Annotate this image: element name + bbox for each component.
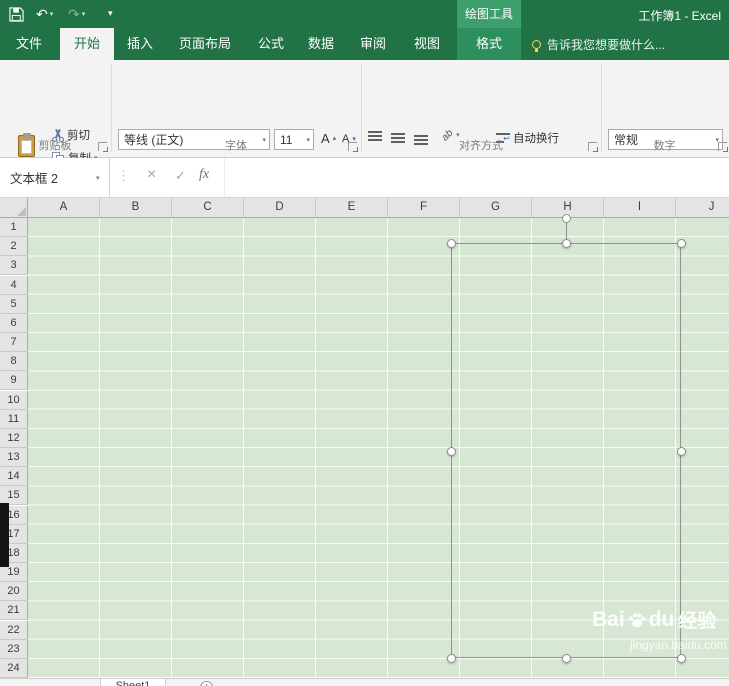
row-header-9[interactable]: 9 [0, 371, 28, 391]
font-dialog-launcher-icon[interactable] [348, 142, 358, 152]
row-header-7[interactable]: 7 [0, 333, 28, 353]
tab-file[interactable]: 文件 [0, 28, 58, 60]
tab-format[interactable]: 格式 [457, 28, 521, 60]
cancel-icon[interactable]: × [147, 166, 156, 184]
row-header-overlay-bar [0, 503, 9, 567]
row-header-4[interactable]: 4 [0, 275, 28, 295]
column-header-D[interactable]: D [244, 198, 316, 218]
selection-handle-bottom-center[interactable] [562, 654, 571, 663]
row-header-1[interactable]: 1 [0, 218, 28, 238]
window-title: 工作簿1 - Excel [638, 9, 721, 23]
save-button[interactable] [9, 3, 24, 25]
row-header-22[interactable]: 22 [0, 620, 28, 640]
textbox-shape[interactable] [447, 214, 686, 663]
row-header-6[interactable]: 6 [0, 313, 28, 333]
sheet-tab[interactable]: Sheet1 [100, 679, 166, 686]
undo-icon: ↶ [36, 5, 48, 22]
baidu-paw-icon [628, 612, 645, 627]
alignment-group-label: 对齐方式 [459, 140, 503, 152]
undo-dropdown-icon[interactable]: ▾ [50, 10, 54, 18]
column-header-A[interactable]: A [28, 198, 100, 218]
save-icon [9, 6, 24, 22]
enter-icon[interactable]: ✓ [175, 168, 186, 184]
selection-handle-top-right[interactable] [677, 239, 686, 248]
rotate-handle[interactable] [562, 214, 571, 223]
column-header-B[interactable]: B [100, 198, 172, 218]
row-header-21[interactable]: 21 [0, 601, 28, 621]
font-group-label: 字体 [225, 140, 247, 152]
row-header-2[interactable]: 2 [0, 237, 28, 257]
contextual-tab-group-label: 绘图工具 [457, 0, 521, 28]
alignment-dialog-launcher-icon[interactable] [588, 142, 598, 152]
tab-review[interactable]: 审阅 [347, 28, 399, 60]
sheet-tab-bar: Sheet1 + [0, 678, 729, 686]
column-header-F[interactable]: F [388, 198, 460, 218]
selection-handle-top-left[interactable] [447, 239, 456, 248]
tab-view[interactable]: 视图 [401, 28, 453, 60]
watermark-brand-cn: 经验 [678, 611, 717, 632]
excel-window: ↶ ▾ ↷ ▾ ▾ 绘图工具 工作簿1 - Excel 文件 开始 插入 页面布… [0, 0, 729, 686]
selection-handle-middle-left[interactable] [447, 446, 456, 456]
watermark-brand-suffix: du [648, 607, 675, 631]
selection-handle-bottom-left[interactable] [447, 654, 456, 663]
watermark-brand-prefix: Bai [592, 607, 625, 631]
tab-data[interactable]: 数据 [297, 28, 345, 60]
lightbulb-icon [532, 39, 541, 52]
name-box[interactable]: 文本框 2 [0, 158, 110, 197]
row-header-20[interactable]: 20 [0, 582, 28, 602]
tab-insert[interactable]: 插入 [117, 28, 163, 60]
watermark: Bai du 经验 jingyan.baidu.com [592, 606, 729, 653]
formula-input[interactable] [224, 158, 729, 197]
name-box-value: 文本框 2 [10, 172, 58, 186]
tab-formulas[interactable]: 公式 [247, 28, 295, 60]
column-header-E[interactable]: E [316, 198, 388, 218]
row-header-11[interactable]: 11 [0, 409, 28, 429]
tell-me-box[interactable]: 告诉我您想要做什么... [532, 28, 665, 60]
column-header-G[interactable]: G [460, 198, 532, 218]
row-header-23[interactable]: 23 [0, 639, 28, 659]
customize-quick-access-icon[interactable]: ▾ [108, 8, 113, 19]
tab-page-layout[interactable]: 页面布局 [165, 28, 245, 60]
row-header-24[interactable]: 24 [0, 658, 28, 678]
title-bar: ↶ ▾ ↷ ▾ ▾ 绘图工具 工作簿1 - Excel [0, 0, 729, 28]
row-header-8[interactable]: 8 [0, 352, 28, 372]
ribbon-tab-row: 文件 开始 插入 页面布局 公式 数据 审阅 视图 格式 告诉我您想要做什么..… [0, 28, 729, 60]
number-dialog-launcher-icon[interactable] [718, 142, 728, 152]
column-header-I[interactable]: I [604, 198, 676, 218]
redo-dropdown-icon[interactable]: ▾ [82, 10, 86, 18]
tell-me-label: 告诉我您想要做什么... [547, 37, 666, 52]
watermark-brand: Bai du 经验 [592, 606, 729, 633]
row-header-13[interactable]: 13 [0, 448, 28, 468]
row-header-14[interactable]: 14 [0, 467, 28, 487]
redo-button[interactable]: ↷ ▾ [68, 3, 85, 25]
selection-handle-top-center[interactable] [562, 239, 571, 248]
formula-bar-grip-icon[interactable]: ⋮ [117, 168, 130, 184]
column-header-J[interactable]: J [676, 198, 729, 218]
redo-icon: ↷ [68, 5, 80, 22]
selection-handle-bottom-right[interactable] [677, 654, 686, 663]
row-header-3[interactable]: 3 [0, 256, 28, 276]
number-group-label: 数字 [653, 140, 676, 152]
row-header-5[interactable]: 5 [0, 294, 28, 314]
new-sheet-button[interactable]: + [200, 681, 213, 686]
clipboard-group-label: 剪贴板 [38, 140, 72, 152]
column-header-C[interactable]: C [172, 198, 244, 218]
row-header-12[interactable]: 12 [0, 428, 28, 448]
name-box-dropdown-icon[interactable]: ▾ [96, 175, 100, 182]
watermark-url: jingyan.baidu.com [630, 638, 727, 652]
selection-handle-middle-right[interactable] [677, 446, 686, 456]
tab-home[interactable]: 开始 [60, 28, 114, 60]
select-all-corner[interactable] [0, 198, 28, 218]
undo-button[interactable]: ↶ ▾ [36, 3, 53, 25]
ribbon: 粘贴 ▾ 剪切 复制 ▾ 格式刷 剪贴板 等线 (正文) ▾ 11 ▾ A [0, 60, 729, 188]
formula-bar: 文本框 2 ▾ ⋮ × ✓ fx [0, 158, 729, 198]
insert-function-icon[interactable]: fx [199, 167, 209, 183]
row-header-10[interactable]: 10 [0, 390, 28, 410]
clipboard-dialog-launcher-icon[interactable] [98, 142, 108, 152]
